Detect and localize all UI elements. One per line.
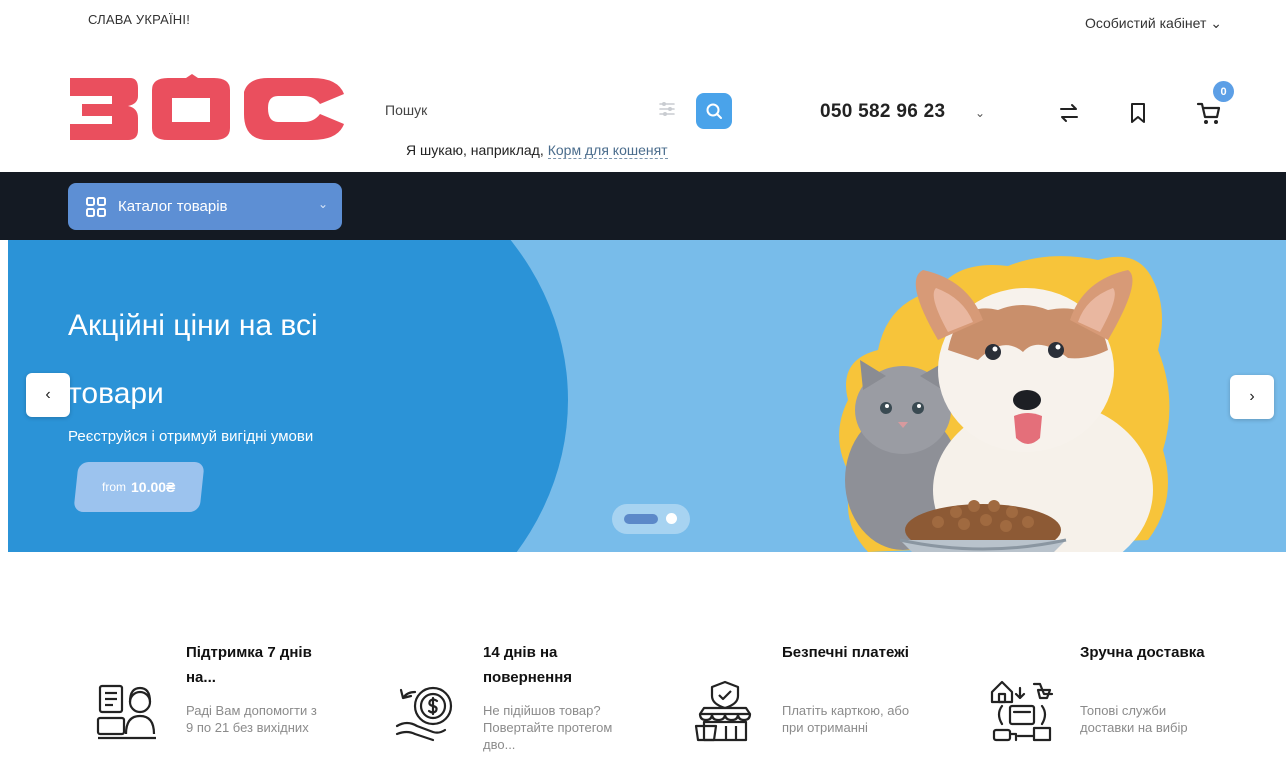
hero-price-badge[interactable]: from 10.00₴ [73,462,205,512]
search-hint: Я шукаю, наприклад, Корм для кошенят [406,142,668,159]
slider-dot-active[interactable] [624,514,658,524]
catalog-label: Каталог товарів [118,198,228,215]
search-button[interactable] [696,93,732,129]
delivery-icon [990,680,1054,742]
feature-title: Підтримка 7 днів на... [186,644,312,686]
feature-text: Платіть карткою, або при отриманні [782,703,910,735]
filter-icon[interactable] [658,100,676,118]
slider-next-button[interactable]: › [1230,375,1274,419]
compare-button[interactable] [1056,100,1082,126]
feature-title: Зручна доставка [1080,644,1205,661]
chevron-down-icon: ⌄ [317,197,328,211]
chevron-down-icon[interactable]: ⌄ [975,106,985,120]
grid-icon [86,196,106,217]
price-value: 10.00₴ [131,479,176,495]
cart-button[interactable] [1196,100,1222,126]
features-row: Підтримка 7 днів на... Раді Вам допомогт… [0,560,1286,780]
feature-title: Безпечні платежі [782,644,909,661]
account-menu-link[interactable]: Особистий кабінет ⌄ [1085,15,1222,32]
site-header: Пошук Я шукаю, наприклад, Корм для кошеня… [0,60,1286,170]
feature-title: 14 днів на повернення [483,644,573,686]
cart-icon [1196,102,1221,124]
price-from-label: from [102,480,127,494]
top-bar: СЛАВА УКРАЇНІ! Особистий кабінет ⌄ [0,0,1286,50]
money-return-icon [395,686,453,742]
pets-illustration [839,256,1170,552]
search-hint-link[interactable]: Корм для кошенят [547,142,668,159]
site-logo[interactable] [68,74,346,144]
search-icon [706,103,722,119]
secure-shop-icon [694,680,752,742]
slider-pagination [612,504,690,534]
wishlist-button[interactable] [1125,100,1151,126]
bookmark-icon [1131,103,1145,123]
search-hint-prefix: Я шукаю, наприклад, [406,142,544,158]
search-input[interactable]: Пошук [385,102,427,118]
slider-prev-button[interactable]: ‹ [26,373,70,417]
nav-bar: Каталог товарів ⌄ [0,172,1286,240]
feature-text: Раді Вам допомогти з 9 по 21 без вихідни… [186,703,317,735]
phone-number[interactable]: 050 582 96 23 [820,101,945,123]
catalog-button[interactable]: Каталог товарів ⌄ [68,183,342,230]
hero-subtitle: Реєструйся і отримуй вигідні умови [68,428,314,445]
feature-text: Топові служби доставки на вибір [1080,703,1188,735]
cart-count-badge: 0 [1213,81,1234,102]
slider-dot[interactable] [666,513,677,524]
compare-icon [1060,104,1078,122]
slogan-text: СЛАВА УКРАЇНІ! [88,12,191,27]
hero-title: Акційні ціни на всі товари [68,309,318,410]
support-agent-icon [96,684,156,740]
feature-text: Не підійшов товар? Повертайте протегом д… [483,703,613,752]
